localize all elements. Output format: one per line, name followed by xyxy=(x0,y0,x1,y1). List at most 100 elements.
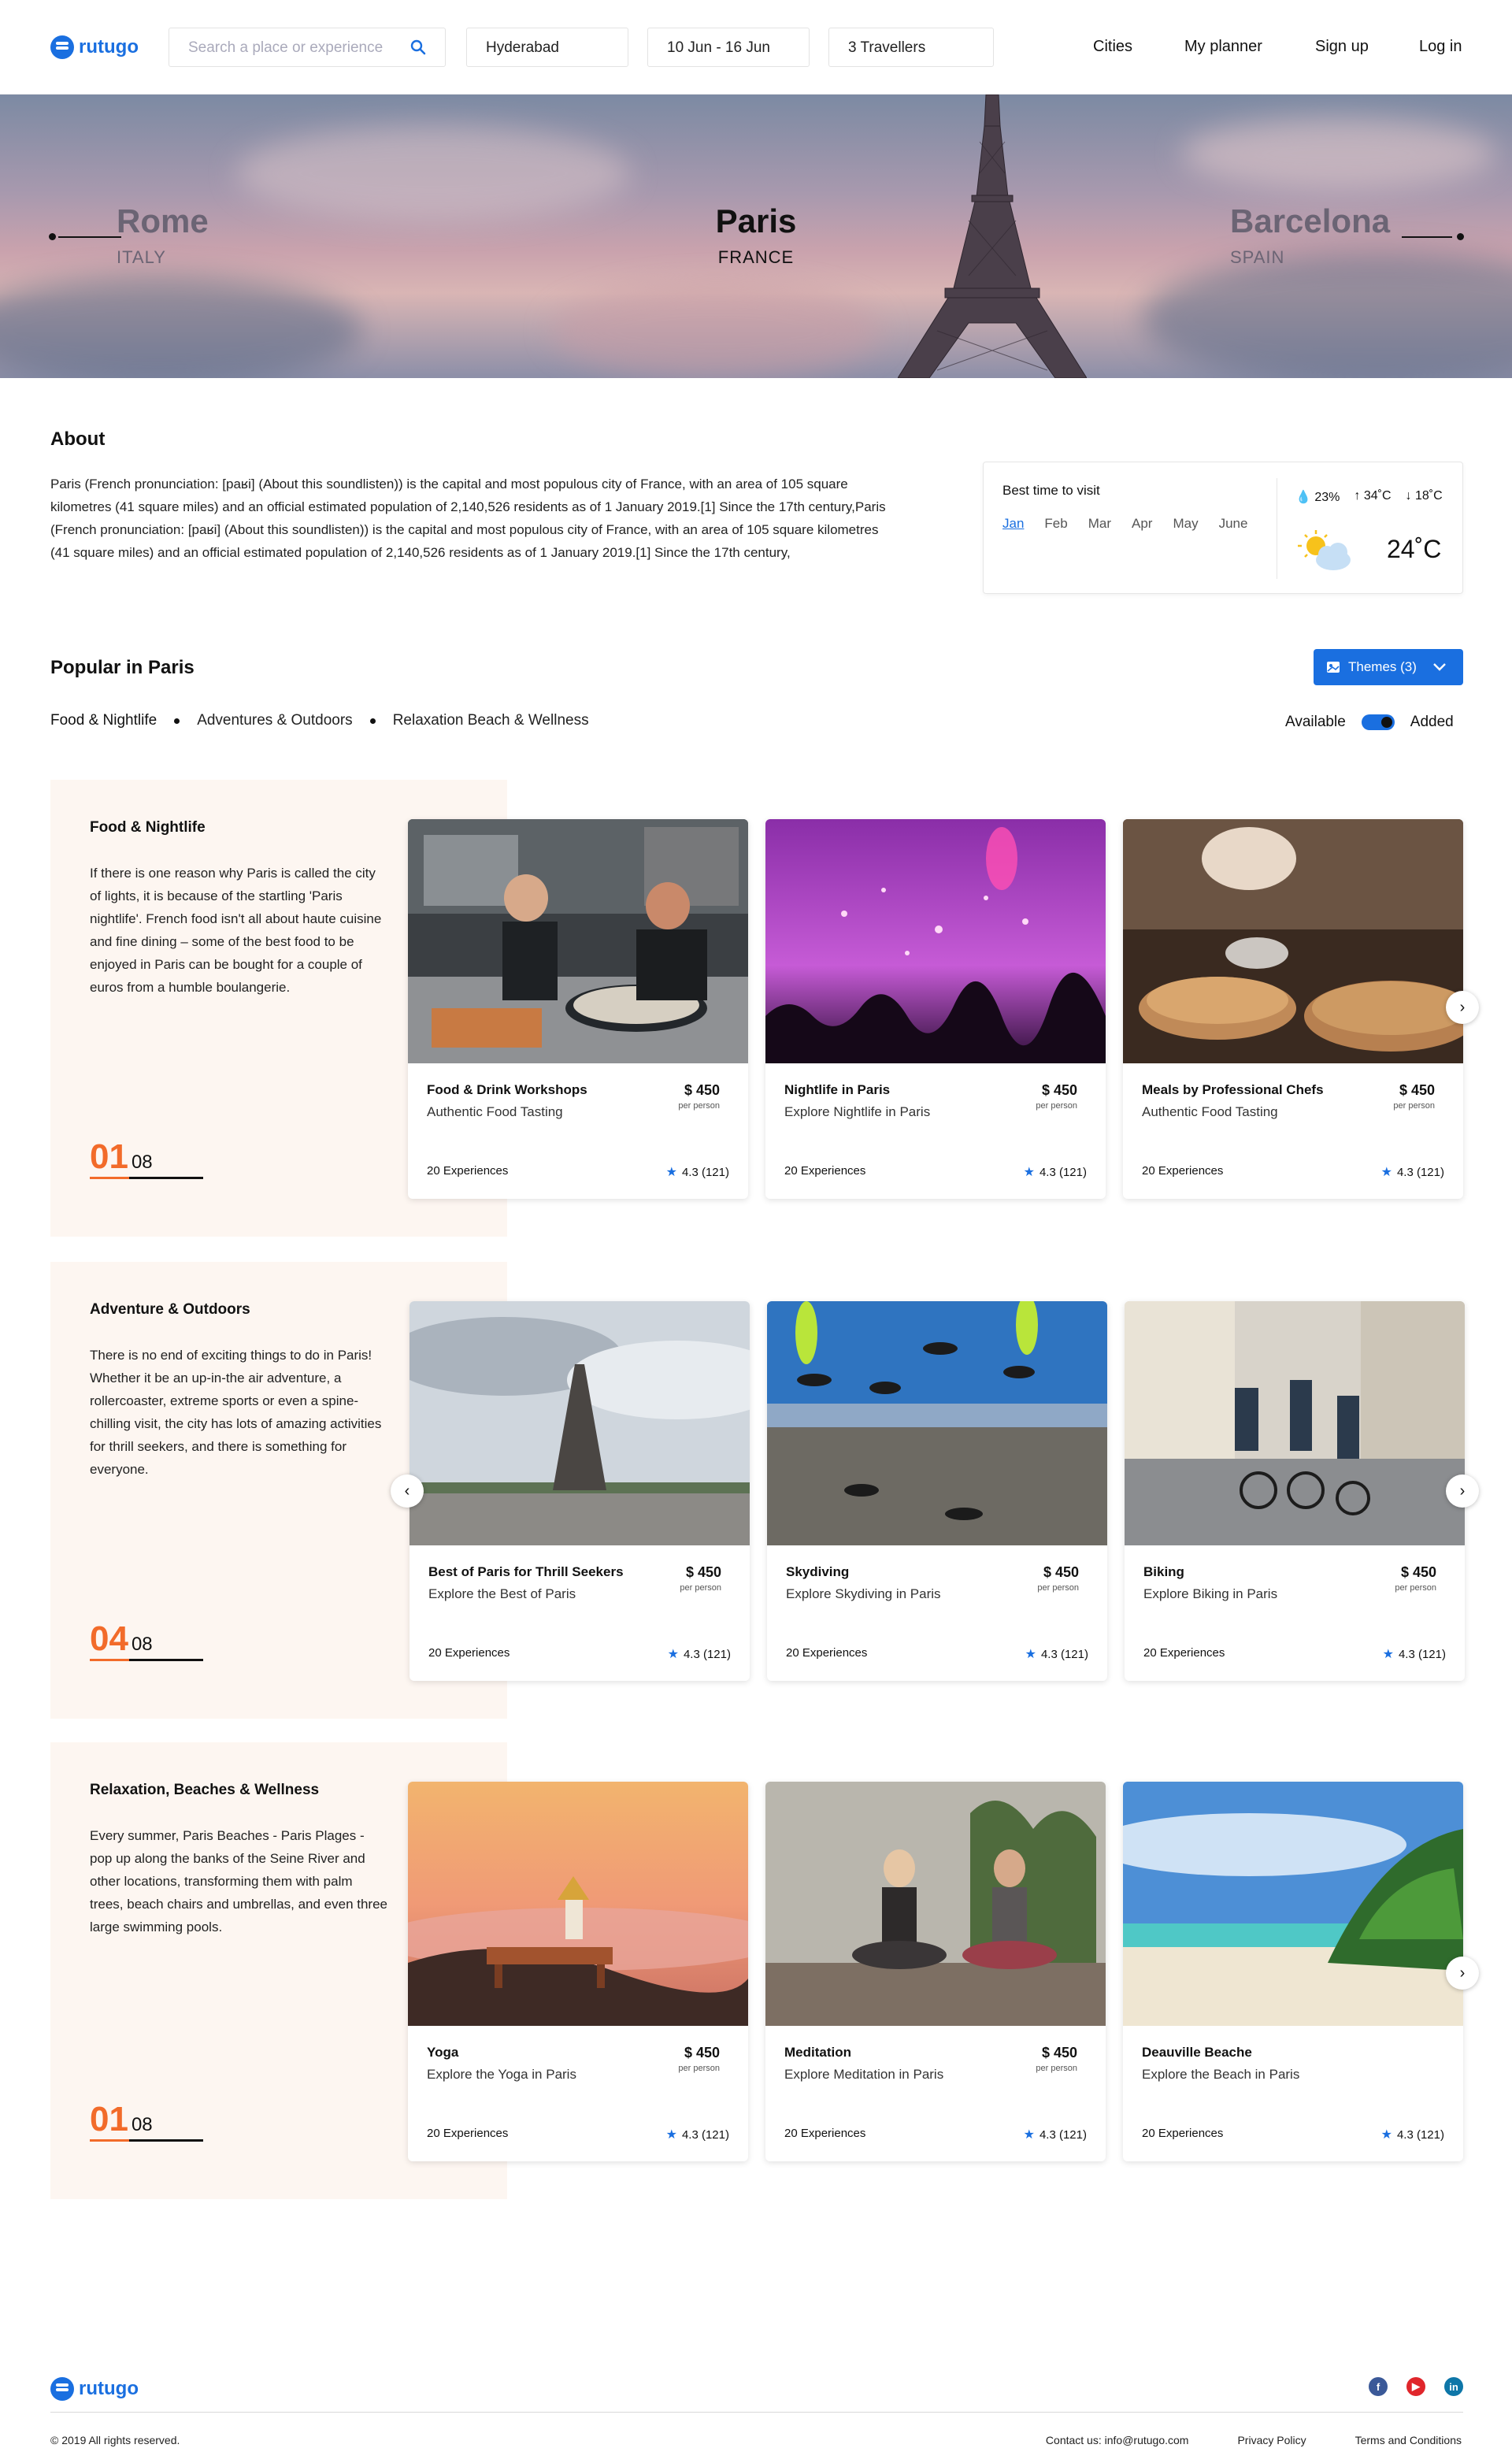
logo-icon xyxy=(50,35,74,59)
hero-banner: Rome ITALY Paris FRANCE Barcelona SPAIN xyxy=(0,95,1512,378)
linkedin-icon[interactable]: in xyxy=(1444,2377,1463,2396)
rating-value: 4.3 (121) xyxy=(681,2127,729,2142)
footer-logo[interactable]: rutugo xyxy=(50,2377,139,2401)
card-price: $ 450 xyxy=(1399,1082,1435,1098)
facebook-icon[interactable]: f xyxy=(1369,2377,1388,2396)
month-june[interactable]: June xyxy=(1219,516,1248,532)
prev-city[interactable]: Rome ITALY xyxy=(117,205,209,268)
experience-card[interactable]: Biking Explore Biking in Paris $ 450 per… xyxy=(1125,1301,1465,1681)
prev-city-country: ITALY xyxy=(117,247,166,267)
card-price: $ 450 xyxy=(684,1082,720,1098)
card-price: $ 450 xyxy=(1043,1564,1079,1580)
card-experiences: 20 Experiences xyxy=(428,1646,510,1660)
footer-logo-text: rutugo xyxy=(79,2378,139,2399)
chevron-left-icon: ‹ xyxy=(404,1482,410,1500)
tab-separator xyxy=(174,718,180,724)
card-rating: ★ 4.3 (121) xyxy=(668,1646,731,1662)
card-subtitle: Explore Skydiving in Paris xyxy=(786,1586,941,1601)
experience-card[interactable]: Food & Drink Workshops Authentic Food Ta… xyxy=(408,819,748,1199)
month-feb[interactable]: Feb xyxy=(1044,516,1067,532)
card-experiences: 20 Experiences xyxy=(427,1164,509,1178)
toggle-label-added: Added xyxy=(1410,714,1454,730)
logo-text: rutugo xyxy=(79,36,139,57)
weather-stats: 💧 23% ↑ 34˚C ↓ 18˚C xyxy=(1295,489,1443,505)
card-subtitle: Authentic Food Tasting xyxy=(1142,1104,1278,1119)
card-rating: ★ 4.3 (121) xyxy=(666,1164,729,1180)
chef-meal-image xyxy=(1123,819,1463,1063)
droplet-icon: 💧 xyxy=(1295,491,1311,504)
tab-food-nightlife[interactable]: Food & Nightlife xyxy=(50,712,157,729)
logo[interactable]: rutugo xyxy=(50,33,139,61)
card-price-unit: per person xyxy=(1036,2064,1077,2073)
card-rating: ★ 4.3 (121) xyxy=(1383,1646,1446,1662)
experience-card[interactable]: Skydiving Explore Skydiving in Paris $ 4… xyxy=(767,1301,1107,1681)
tab-adventures-outdoors[interactable]: Adventures & Outdoors xyxy=(197,712,353,729)
search-box[interactable] xyxy=(169,28,446,67)
food-workshop-image xyxy=(408,819,748,1063)
card-title: Meals by Professional Chefs xyxy=(1142,1082,1324,1097)
humidity-value: 23% xyxy=(1314,491,1340,504)
month-jan[interactable]: Jan xyxy=(1002,516,1024,532)
top-nav: rutugo Hyderabad 10 Jun - 16 Jun 3 Trave… xyxy=(0,0,1512,95)
chevron-down-icon xyxy=(1433,663,1446,671)
privacy-policy-link[interactable]: Privacy Policy xyxy=(1237,2434,1306,2446)
search-icon[interactable] xyxy=(410,39,426,55)
terms-link[interactable]: Terms and Conditions xyxy=(1355,2434,1462,2446)
section-title: Adventure & Outdoors xyxy=(90,1301,250,1318)
themes-button[interactable]: Themes (3) xyxy=(1314,649,1463,685)
search-input[interactable] xyxy=(188,38,401,58)
beach-image xyxy=(1123,1782,1463,2026)
availability-toggle[interactable] xyxy=(1361,714,1395,730)
experience-card[interactable]: Yoga Explore the Yoga in Paris $ 450 per… xyxy=(408,1782,748,2161)
card-subtitle: Explore the Yoga in Paris xyxy=(427,2067,576,2082)
nav-cities-link[interactable]: Cities xyxy=(1093,38,1132,56)
experience-card[interactable]: Meals by Professional Chefs Authentic Fo… xyxy=(1123,819,1463,1199)
experience-card[interactable]: Meditation Explore Meditation in Paris $… xyxy=(765,1782,1106,2161)
rating-value: 4.3 (121) xyxy=(1396,1165,1444,1179)
biking-image xyxy=(1125,1301,1465,1545)
next-city[interactable]: Barcelona SPAIN xyxy=(1230,205,1390,268)
month-may[interactable]: May xyxy=(1173,516,1198,532)
next-city-dot xyxy=(1457,233,1464,240)
star-icon: ★ xyxy=(1025,1648,1036,1661)
card-rating: ★ 4.3 (121) xyxy=(1381,1164,1444,1180)
footer-divider xyxy=(50,2412,1463,2413)
humidity: 💧 23% xyxy=(1295,489,1340,505)
nav-planner-link[interactable]: My planner xyxy=(1184,38,1262,56)
experience-card[interactable]: Nightlife in Paris Explore Nightlife in … xyxy=(765,819,1106,1199)
contact-link[interactable]: Contact us: info@rutugo.com xyxy=(1046,2434,1189,2446)
copyright: © 2019 All rights reserved. xyxy=(50,2434,180,2446)
card-title: Biking xyxy=(1143,1564,1184,1579)
tab-relaxation-wellness[interactable]: Relaxation Beach & Wellness xyxy=(393,712,589,729)
month-apr[interactable]: Apr xyxy=(1132,516,1152,532)
experience-card[interactable]: Deauville Beache Explore the Beach in Pa… xyxy=(1123,1782,1463,2161)
section-title: Relaxation, Beaches & Wellness xyxy=(90,1782,320,1798)
about-text: Paris (French pronunciation: [paʁi] (Abo… xyxy=(50,477,886,560)
eiffel-tower-photo xyxy=(410,1301,750,1545)
star-icon: ★ xyxy=(1023,1166,1035,1179)
card-subtitle: Explore Meditation in Paris xyxy=(784,2067,944,2082)
next-arrow-button[interactable]: › xyxy=(1446,991,1479,1024)
counter-progress xyxy=(90,1177,203,1179)
counter-current: 01 xyxy=(90,1137,128,1176)
star-icon: ★ xyxy=(667,1648,679,1661)
card-price: $ 450 xyxy=(1041,2045,1077,2061)
next-arrow-button[interactable]: › xyxy=(1446,1474,1479,1508)
month-mar[interactable]: Mar xyxy=(1088,516,1111,532)
youtube-icon[interactable]: ▶ xyxy=(1406,2377,1425,2396)
card-subtitle: Explore the Beach in Paris xyxy=(1142,2067,1300,2082)
next-arrow-button[interactable]: › xyxy=(1446,1957,1479,1990)
date-range-select[interactable]: 10 Jun - 16 Jun xyxy=(647,28,810,67)
travellers-select[interactable]: 3 Travellers xyxy=(828,28,994,67)
high-temp-value: 34˚C xyxy=(1363,489,1392,503)
next-city-name: Barcelona xyxy=(1230,202,1391,239)
nav-login-link[interactable]: Log in xyxy=(1419,38,1462,56)
prev-arrow-button[interactable]: ‹ xyxy=(391,1474,424,1508)
location-select[interactable]: Hyderabad xyxy=(466,28,628,67)
about-heading: About xyxy=(50,428,106,450)
experience-card[interactable]: Best of Paris for Thrill Seekers Explore… xyxy=(410,1301,750,1681)
nav-signup-link[interactable]: Sign up xyxy=(1315,38,1369,56)
card-experiences: 20 Experiences xyxy=(1142,1164,1224,1178)
skydiving-image xyxy=(767,1301,1107,1545)
card-price-unit: per person xyxy=(678,2064,720,2073)
